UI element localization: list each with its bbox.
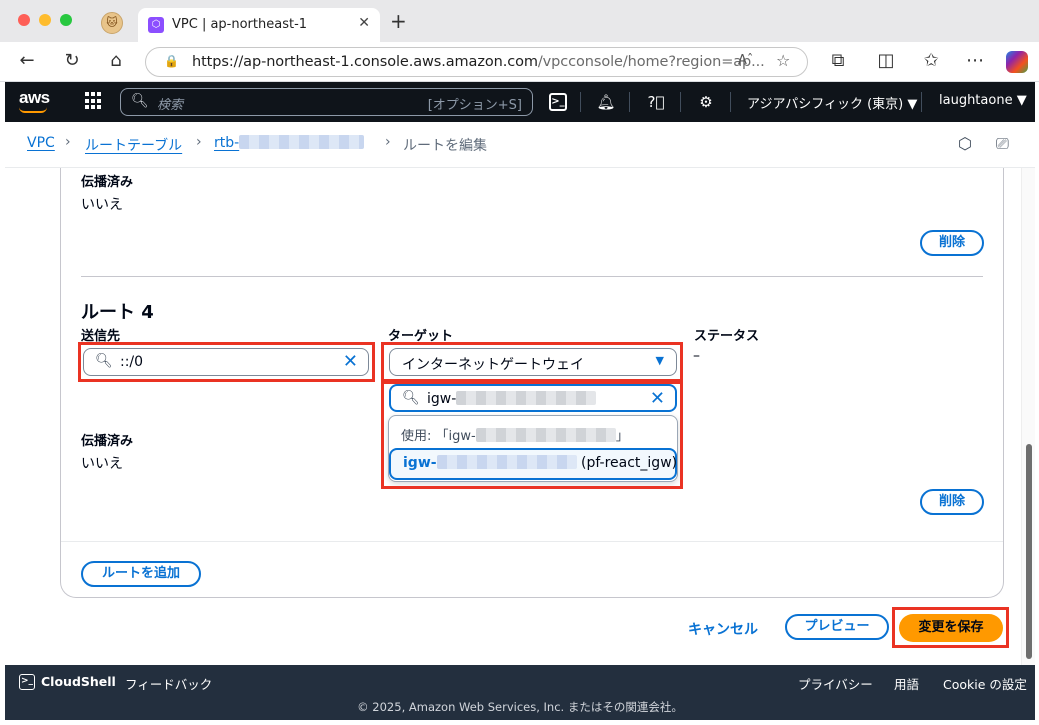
highlight-dropdown — [381, 381, 683, 489]
reload-icon[interactable]: ↻ — [60, 50, 84, 72]
status-label: ステータス — [694, 329, 760, 344]
route3-delete-button[interactable]: 削除 — [920, 230, 984, 256]
route-divider — [81, 276, 983, 277]
more-menu-icon[interactable]: ⋯ — [963, 50, 987, 72]
route4-delete-button[interactable]: 削除 — [920, 489, 984, 515]
panel-footer-divider — [61, 541, 1003, 542]
route3-propagated-label: 伝播済み — [81, 175, 134, 190]
search-icon: 🔍︎ — [131, 93, 149, 109]
footer-copyright: © 2025, Amazon Web Services, Inc. またはその関… — [357, 700, 683, 714]
feedback-screen-icon[interactable]: ⎚ — [996, 134, 1009, 154]
read-aloud-icon[interactable]: Aˆ — [738, 53, 753, 68]
breadcrumb-route-tables[interactable]: ルートテーブル — [85, 135, 182, 155]
new-tab-button[interactable]: + — [390, 11, 407, 31]
aws-logo-smile — [19, 107, 47, 113]
highlight-target — [381, 342, 683, 382]
breadcrumb: VPC › ルートテーブル › rtb- › ルートを編集 ⬡ ⎚ — [5, 122, 1035, 168]
route4-propagated-label: 伝播済み — [81, 434, 134, 449]
cloudshell-icon: >_ — [19, 674, 35, 690]
chevron-right-icon: › — [65, 134, 71, 150]
account-menu[interactable]: laughtaone ▼ — [939, 93, 1027, 108]
cloudshell-icon[interactable]: >_ — [549, 93, 567, 111]
chevron-right-icon: › — [385, 134, 391, 150]
browser-tab-bar: 🐱 ⬡ VPC | ap-northeast-1 ✕ + — [0, 0, 1039, 42]
nav-divider — [629, 92, 630, 112]
route4-propagated-value: いいえ — [81, 456, 123, 472]
region-selector[interactable]: アジアパシフィック (東京) ▼ — [747, 93, 917, 112]
aws-top-navigation: aws 🔍︎ 検索 [オプション+S] >_ 🔔︎ ?⃝ ⚙ アジアパシフィック… — [5, 82, 1035, 122]
search-placeholder: 検索 — [157, 98, 184, 113]
extensions-puzzle-icon[interactable]: ⧉ — [826, 50, 850, 72]
favorite-star-icon[interactable]: ☆ — [776, 51, 790, 70]
add-route-button[interactable]: ルートを追加 — [81, 561, 201, 587]
console-search-input[interactable]: 🔍︎ 検索 [オプション+S] — [120, 88, 533, 116]
nav-divider — [730, 92, 731, 112]
copilot-icon[interactable] — [1006, 51, 1028, 73]
tab-close-icon[interactable]: ✕ — [358, 15, 370, 31]
route4-heading: ルート 4 — [81, 302, 154, 323]
console-footer: >_ CloudShell フィードバック プライバシー 用語 Cookie の… — [5, 665, 1035, 720]
window-minimize-button[interactable] — [39, 14, 51, 26]
info-panel-icon[interactable]: ⬡ — [958, 134, 972, 153]
browser-tab-vpc[interactable]: ⬡ VPC | ap-northeast-1 ✕ — [138, 8, 380, 42]
url-text: https://ap-northeast-1.console.aws.amazo… — [192, 54, 765, 70]
footer-privacy-link[interactable]: プライバシー — [798, 674, 873, 693]
profile-avatar-icon[interactable]: 🐱 — [101, 12, 123, 34]
route3-propagated-value: いいえ — [81, 197, 123, 213]
highlight-save — [892, 607, 1009, 648]
notifications-bell-icon[interactable]: 🔔︎ — [595, 91, 617, 113]
tab-title: VPC | ap-northeast-1 — [172, 17, 308, 32]
help-icon[interactable]: ?⃝ — [645, 91, 667, 113]
footer-cookie-link[interactable]: Cookie の設定 — [943, 674, 1027, 693]
breadcrumb-current: ルートを編集 — [403, 138, 487, 154]
aws-logo[interactable]: aws — [19, 88, 50, 108]
cancel-button[interactable]: キャンセル — [688, 619, 758, 639]
window-close-button[interactable] — [18, 14, 30, 26]
settings-gear-icon[interactable]: ⚙ — [695, 91, 717, 113]
highlight-destination — [78, 342, 375, 382]
lock-icon: 🔒 — [164, 54, 179, 68]
footer-cloudshell-link[interactable]: CloudShell — [41, 674, 116, 689]
url-field[interactable]: 🔒 https://ap-northeast-1.console.aws.ama… — [145, 47, 808, 77]
nav-divider — [921, 92, 922, 112]
scrollbar-thumb[interactable] — [1026, 444, 1032, 659]
status-value: – — [693, 348, 700, 364]
vpc-favicon-icon: ⬡ — [148, 17, 164, 33]
nav-divider — [580, 92, 581, 112]
favorites-icon[interactable]: ✩ — [919, 50, 943, 72]
nav-divider — [680, 92, 681, 112]
footer-terms-link[interactable]: 用語 — [894, 674, 919, 693]
footer-feedback-link[interactable]: フィードバック — [125, 674, 212, 693]
chevron-right-icon: › — [196, 134, 202, 150]
main-content: 伝播済み いいえ 削除 ルート 4 送信先 ターゲット ステータス 🔍︎ ::/… — [5, 168, 1035, 665]
breadcrumb-vpc[interactable]: VPC — [27, 135, 55, 151]
back-arrow-icon[interactable]: ← — [15, 50, 39, 72]
services-grid-icon[interactable] — [85, 92, 103, 110]
window-zoom-button[interactable] — [60, 14, 72, 26]
breadcrumb-route-table-id[interactable]: rtb- — [214, 135, 365, 151]
split-screen-icon[interactable]: ◫ — [874, 50, 898, 72]
preview-button[interactable]: プレビュー — [785, 614, 889, 640]
home-icon[interactable]: ⌂ — [104, 50, 128, 72]
search-shortcut: [オプション+S] — [427, 98, 522, 113]
browser-address-bar: ← ↻ ⌂ 🔒 https://ap-northeast-1.console.a… — [0, 42, 1039, 82]
